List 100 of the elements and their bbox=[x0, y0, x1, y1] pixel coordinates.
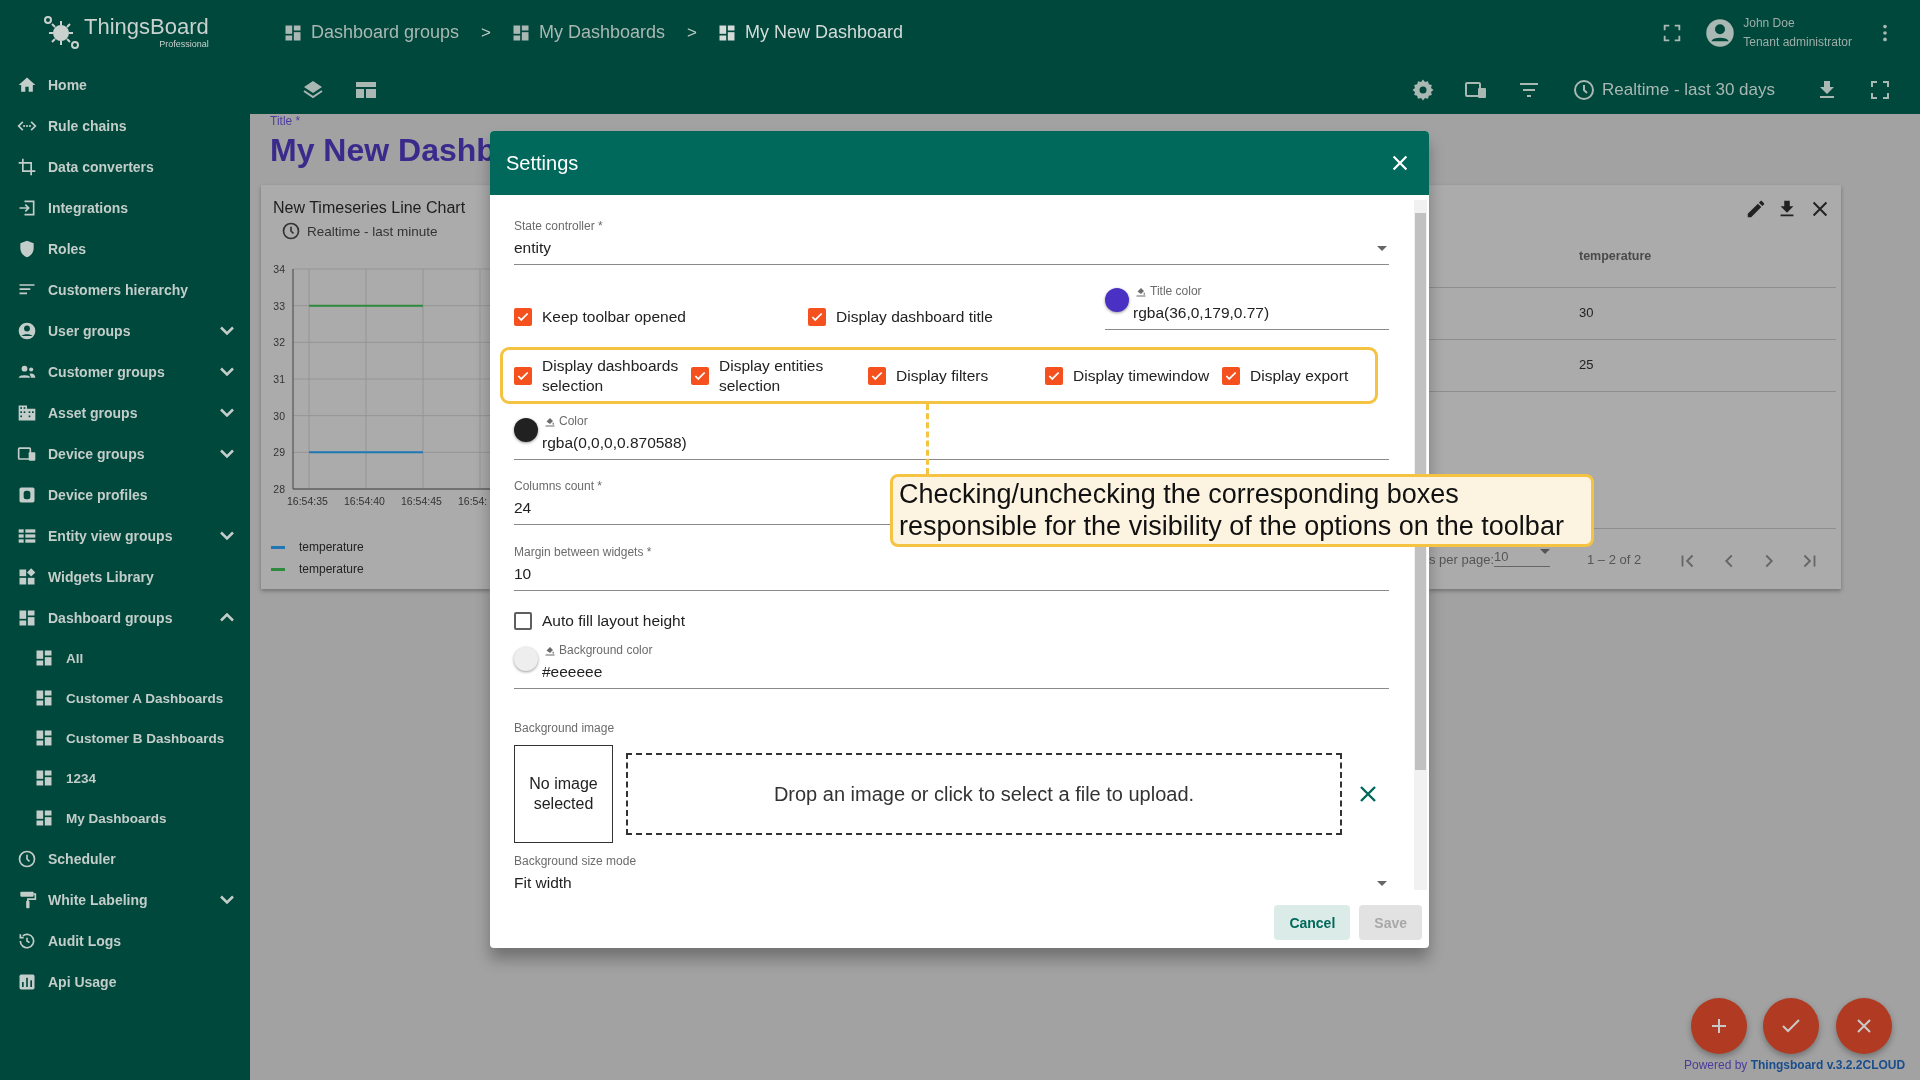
field-label: Title color bbox=[1135, 283, 1202, 299]
clock-icon bbox=[281, 221, 301, 241]
axis-label: 16:54: bbox=[458, 495, 488, 507]
axis-label: 28 bbox=[273, 483, 285, 495]
sidebar-subitem[interactable]: Customer B Dashboards bbox=[0, 718, 250, 758]
chevron-down-icon bbox=[220, 449, 234, 458]
footer-link[interactable]: Powered by Thingsboard v.3.2.2CLOUD bbox=[1684, 1058, 1906, 1072]
chevron-down-icon bbox=[220, 408, 234, 417]
sidebar-item[interactable]: Data converters bbox=[0, 146, 250, 187]
sidebar-item[interactable]: Device profiles bbox=[0, 474, 250, 515]
axis-label: 33 bbox=[273, 299, 285, 312]
breadcrumb-link[interactable]: My Dashboards bbox=[511, 22, 666, 43]
user-role: Tenant administrator bbox=[1743, 33, 1852, 51]
chevron-down-icon bbox=[220, 326, 234, 335]
table-cell: 25 bbox=[1579, 357, 1594, 372]
breadcrumb-separator: > bbox=[687, 22, 698, 43]
avatar-icon[interactable] bbox=[1705, 17, 1736, 48]
sidebar-item[interactable]: Entity view groups bbox=[0, 515, 250, 556]
color-swatch[interactable] bbox=[1105, 288, 1129, 312]
color-swatch[interactable] bbox=[514, 418, 538, 442]
sidebar-subitem[interactable]: All bbox=[0, 638, 250, 678]
dashboard-icon bbox=[34, 768, 54, 788]
timewindow-button[interactable]: Realtime - last 30 days bbox=[1572, 77, 1775, 102]
legend-label: temperature bbox=[299, 540, 364, 554]
axis-label: 16:54:45 bbox=[401, 495, 442, 507]
select-field[interactable]: Fit width bbox=[514, 871, 1389, 895]
field-label: Margin between widgets * bbox=[514, 544, 652, 560]
input-field[interactable]: #eeeeee bbox=[542, 660, 653, 684]
checkbox[interactable] bbox=[1045, 366, 1063, 385]
widgets-icon bbox=[17, 566, 37, 587]
sidebar-item[interactable]: Scheduler bbox=[0, 838, 250, 879]
sidebar-subitem[interactable]: Customer A Dashboards bbox=[0, 678, 250, 718]
sidebar-item[interactable]: Rule chains bbox=[0, 105, 250, 146]
dashboard-icon bbox=[34, 728, 54, 748]
settings-icon[interactable] bbox=[1411, 77, 1436, 102]
select-field[interactable]: entity bbox=[514, 236, 1389, 260]
input-field[interactable]: rgba(0,0,0,0.870588) bbox=[542, 431, 687, 455]
cancel-button[interactable]: Cancel bbox=[1274, 905, 1351, 940]
chevron-down-icon bbox=[220, 367, 234, 376]
sidebar-item[interactable]: Widgets Library bbox=[0, 556, 250, 597]
sidebar-item[interactable]: Roles bbox=[0, 228, 250, 269]
axis-label: 30 bbox=[273, 409, 285, 422]
checkbox[interactable] bbox=[808, 308, 826, 326]
dashboard-icon bbox=[34, 808, 54, 828]
checkbox[interactable] bbox=[514, 308, 532, 326]
shield-icon bbox=[17, 238, 37, 259]
sidebar-item[interactable]: Asset groups bbox=[0, 392, 250, 433]
callout-tooltip: Checking/unchecking the corresponding boxes responsible for the visibility of the options on the toolbar bbox=[890, 474, 1594, 547]
sidebar-item[interactable]: Customer groups bbox=[0, 351, 250, 392]
checkbox-label: Display dashboards selection bbox=[542, 355, 680, 396]
input-field[interactable]: rgba(36,0,179,0.77) bbox=[1133, 301, 1270, 325]
sidebar-item[interactable]: User groups bbox=[0, 310, 250, 351]
breadcrumb-link[interactable]: Dashboard groups bbox=[283, 22, 460, 43]
sidebar-item[interactable]: White Labeling bbox=[0, 879, 250, 920]
breadcrumb-separator: > bbox=[481, 22, 492, 43]
clock-icon bbox=[17, 848, 37, 869]
breadcrumb-link[interactable]: My New Dashboard bbox=[717, 22, 904, 43]
checkbox[interactable] bbox=[691, 366, 709, 385]
sidebar-item[interactable]: Customers hierarchy bbox=[0, 269, 250, 310]
input-field[interactable]: 10 bbox=[514, 562, 1389, 586]
axis-label: 34 bbox=[273, 263, 285, 275]
crop-icon bbox=[17, 156, 37, 177]
field-label: Background image bbox=[514, 720, 615, 736]
page-size-label: s per page: bbox=[1429, 552, 1495, 567]
checkbox-label: Keep toolbar opened bbox=[542, 307, 686, 327]
checkbox-label: Display timewindow bbox=[1073, 365, 1210, 386]
axis-label: 16:54:40 bbox=[344, 495, 385, 507]
logo-name: ThingsBoard bbox=[84, 15, 209, 39]
table-cell: 30 bbox=[1579, 305, 1594, 320]
fill-icon bbox=[544, 415, 556, 427]
checkbox-label: Auto fill layout height bbox=[542, 611, 686, 631]
axis-label: 29 bbox=[273, 446, 285, 459]
edit-icon[interactable] bbox=[1745, 198, 1767, 220]
sidebar-item[interactable]: Dashboard groups bbox=[0, 597, 250, 638]
sidebar-item[interactable]: Audit Logs bbox=[0, 920, 250, 961]
axis-label: 32 bbox=[273, 336, 285, 349]
checkbox[interactable] bbox=[868, 366, 886, 385]
field-label: Columns count * bbox=[514, 478, 603, 494]
color-swatch[interactable] bbox=[514, 647, 538, 671]
dashboard-icon bbox=[34, 648, 54, 668]
sidebar-item[interactable]: Api Usage bbox=[0, 961, 250, 1002]
widget-title: New Timeseries Line Chart bbox=[273, 199, 466, 217]
chevron-down-icon bbox=[220, 895, 234, 904]
sidebar-item[interactable]: Device groups bbox=[0, 433, 250, 474]
sidebar-item[interactable]: Integrations bbox=[0, 187, 250, 228]
check-icon bbox=[810, 310, 824, 324]
paint-roller-icon bbox=[17, 889, 37, 910]
sidebar-item[interactable]: Home bbox=[0, 64, 250, 105]
checkbox[interactable] bbox=[514, 612, 532, 630]
sidebar-subitem[interactable]: 1234 bbox=[0, 758, 250, 798]
sidebar-subitem[interactable]: My Dashboards bbox=[0, 798, 250, 838]
checkbox[interactable] bbox=[514, 366, 532, 385]
chevron-down-icon bbox=[220, 531, 234, 540]
field-label: State controller * bbox=[514, 218, 603, 234]
checkbox[interactable] bbox=[1222, 366, 1240, 385]
page-size-select[interactable]: 10 bbox=[1494, 549, 1550, 567]
axis-label: 16:54:35 bbox=[287, 495, 328, 507]
drop-zone[interactable]: Drop an image or click to select a file to upload. bbox=[626, 753, 1342, 835]
user-name: John Doe bbox=[1743, 14, 1796, 32]
axis-label: 31 bbox=[273, 373, 285, 385]
